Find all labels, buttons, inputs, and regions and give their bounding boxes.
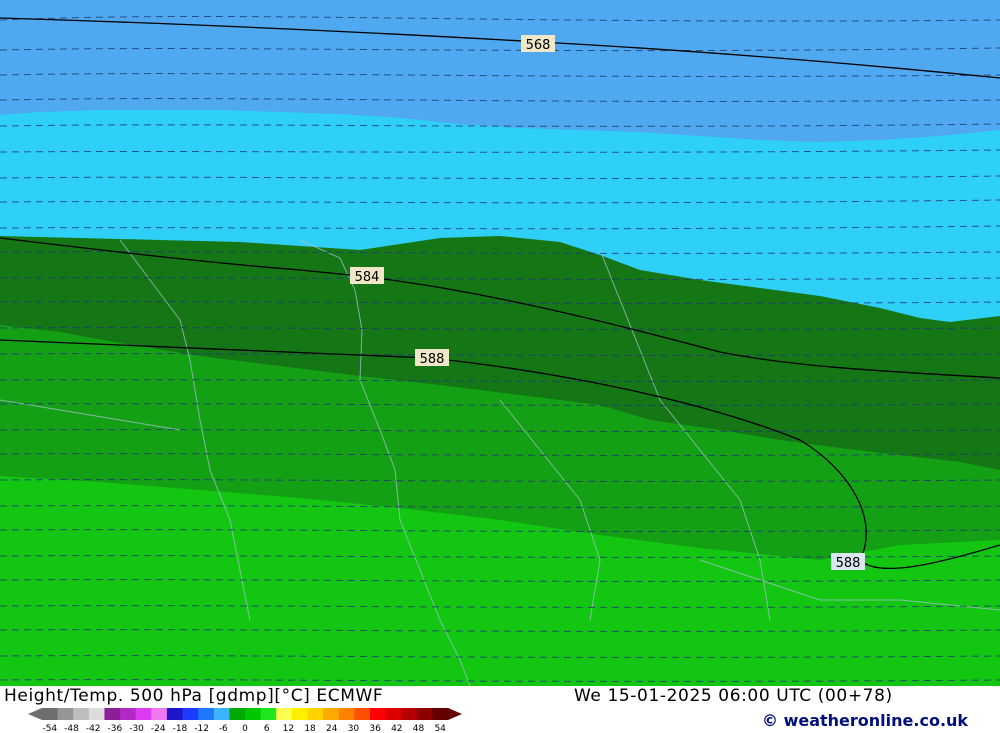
site-credit[interactable]: © weatheronline.co.uk	[762, 711, 968, 730]
legend-swatch	[369, 708, 387, 720]
legend-arrow-left	[28, 708, 42, 720]
legend-swatch	[276, 708, 293, 720]
legend-swatch	[323, 708, 340, 720]
legend-label: -42	[86, 724, 101, 733]
map-panel: 568 584 588 588	[0, 0, 1000, 686]
legend-swatch	[338, 708, 355, 720]
legend-label: 48	[413, 724, 425, 733]
legend-swatch	[104, 708, 121, 720]
legend-swatch	[229, 708, 246, 720]
svg-text:584: 584	[355, 270, 380, 285]
legend-swatches	[28, 708, 462, 720]
legend-swatch	[151, 708, 168, 720]
legend-label: -12	[194, 724, 209, 733]
legend-swatch	[354, 708, 371, 720]
legend-labels: -54 -48 -42 -36 -30 -24 -18 -12 -6 0 6 12 18 24 30 36 42…	[42, 724, 446, 733]
legend-swatch	[245, 708, 262, 720]
legend-swatch	[135, 708, 152, 720]
legend-label: 6	[264, 724, 270, 733]
site-name: weatheronline.co.uk	[783, 711, 969, 730]
contour-label-588-west: 588	[415, 349, 449, 367]
legend-label: 12	[283, 724, 294, 733]
legend-swatch	[260, 708, 277, 720]
svg-text:568: 568	[526, 38, 551, 53]
legend-swatch	[198, 708, 215, 720]
legend-swatch	[291, 708, 309, 720]
legend-swatch	[401, 708, 418, 720]
copyright-symbol: ©	[762, 711, 778, 730]
map-canvas: 568 584 588 588	[0, 0, 1000, 686]
contour-label-568: 568	[521, 35, 555, 53]
legend-swatch	[416, 708, 433, 720]
legend-swatch	[213, 708, 230, 720]
legend-label: 24	[326, 724, 338, 733]
map-title: Height/Temp. 500 hPa [gdmp][°C] ECMWF	[4, 686, 384, 706]
legend-label: -54	[42, 724, 57, 733]
legend-label: -36	[108, 724, 123, 733]
legend-swatch	[57, 708, 74, 720]
svg-text:588: 588	[420, 352, 445, 367]
legend-swatch	[120, 708, 137, 720]
legend-label: -30	[129, 724, 144, 733]
contour-label-584: 584	[350, 267, 384, 285]
legend-label: -6	[219, 724, 228, 733]
legend-label: 30	[348, 724, 360, 733]
legend-swatch	[88, 708, 106, 720]
svg-text:588: 588	[836, 556, 861, 571]
legend-label: -48	[64, 724, 79, 733]
legend-swatch	[432, 708, 449, 720]
legend-label: 54	[434, 724, 446, 733]
legend-label: 18	[304, 724, 316, 733]
legend-swatch	[182, 708, 199, 720]
legend-swatch	[42, 708, 59, 720]
legend-label: -24	[151, 724, 166, 733]
legend-arrow-right	[448, 708, 462, 720]
footer: Height/Temp. 500 hPa [gdmp][°C] ECMWF We…	[0, 686, 1000, 733]
legend-swatch	[166, 708, 184, 720]
legend-label: 42	[391, 724, 402, 733]
color-legend: -54 -48 -42 -36 -30 -24 -18 -12 -6 0 6 12 18 24 30 36 42…	[28, 708, 462, 733]
legend-label: -18	[173, 724, 188, 733]
legend-swatch	[307, 708, 324, 720]
legend-label: 0	[242, 724, 248, 733]
legend-label: 36	[369, 724, 381, 733]
contour-label-588-east: 588	[831, 553, 865, 571]
run-time: We 15-01-2025 06:00 UTC (00+78)	[574, 686, 893, 706]
legend-swatch	[73, 708, 90, 720]
legend-swatch	[385, 708, 402, 720]
